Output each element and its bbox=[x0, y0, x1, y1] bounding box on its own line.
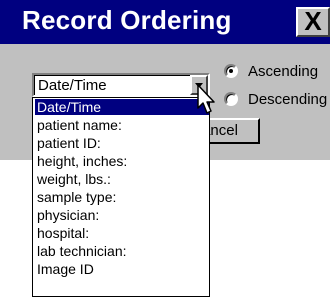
list-item[interactable]: lab technician: bbox=[35, 243, 209, 259]
title-bar[interactable]: Record Ordering X bbox=[0, 0, 330, 44]
list-item[interactable]: hospital: bbox=[35, 225, 209, 241]
sort-field-select[interactable]: Date/Time bbox=[32, 73, 210, 97]
mouse-pointer-icon bbox=[197, 84, 215, 114]
list-item[interactable]: physician: bbox=[35, 207, 209, 223]
list-item[interactable]: patient ID: bbox=[35, 135, 209, 151]
list-item[interactable]: patient name: bbox=[35, 117, 209, 133]
list-item[interactable]: sample type: bbox=[35, 189, 209, 205]
ascending-label: Ascending bbox=[248, 63, 319, 80]
list-item[interactable]: Date/Time bbox=[35, 99, 209, 115]
descending-label: Descending bbox=[248, 91, 328, 108]
close-icon: X bbox=[304, 6, 322, 36]
sort-field-value: Date/Time bbox=[38, 77, 107, 94]
close-button[interactable]: X bbox=[296, 7, 330, 37]
list-item[interactable]: height, inches: bbox=[35, 153, 209, 169]
dialog-title: Record Ordering bbox=[22, 5, 232, 35]
list-item[interactable]: weight, lbs.: bbox=[35, 171, 209, 187]
ascending-radio[interactable] bbox=[224, 64, 238, 78]
list-item[interactable]: Image ID bbox=[35, 261, 209, 277]
sort-field-dropdown-list[interactable]: Date/Time patient name: patient ID: heig… bbox=[32, 97, 210, 297]
descending-radio[interactable] bbox=[224, 92, 238, 106]
